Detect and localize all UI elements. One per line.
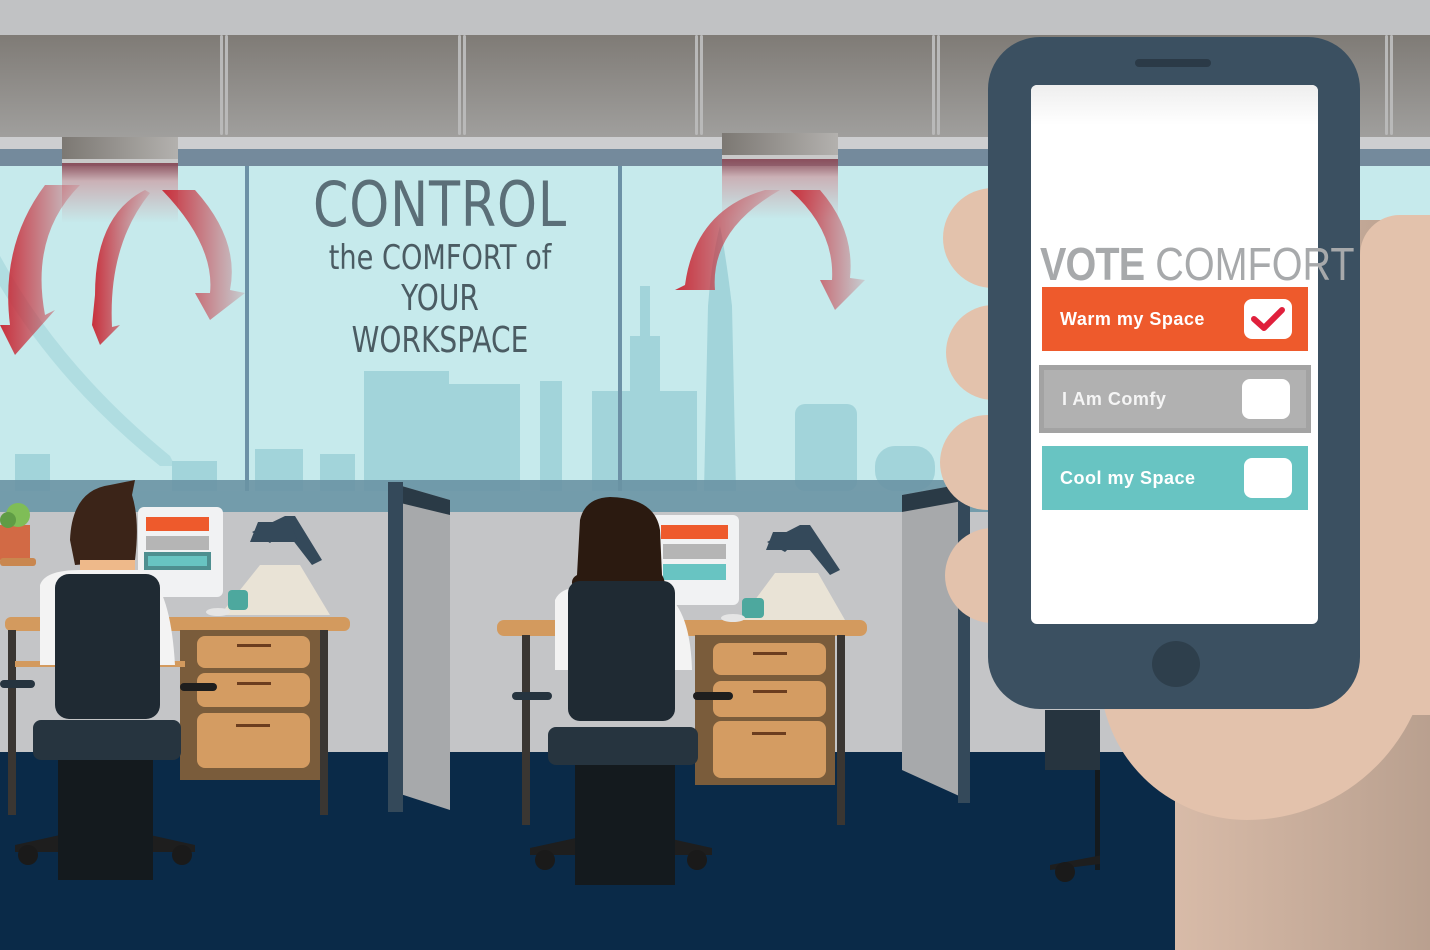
home-button[interactable] [1152,641,1200,687]
vote-title-light: COMFORT [1155,238,1355,290]
computer-mouse [206,608,230,616]
drawer [197,636,310,668]
ceiling-divider [695,35,705,137]
checkbox-checked[interactable] [1244,299,1292,339]
arrow-down-left [0,185,80,355]
vote-comfort-title: VOTE COMFORT [1040,238,1355,290]
headline-line1: CONTROL [312,168,567,241]
headline-line3: YOUR WORKSPACE [351,278,529,361]
hair [70,480,137,565]
warm-airflow-arrows-left [0,185,245,355]
coffee-mug [228,590,248,610]
worker-partial [1045,710,1100,882]
computer-mouse [721,614,745,622]
arrow-down-center [92,190,150,345]
checkbox-unchecked[interactable] [1242,379,1290,419]
office-chair-back [55,574,160,719]
drawer [713,643,826,675]
ceiling-divider [1385,35,1395,137]
hair [571,497,665,590]
option-i-am-comfy[interactable]: I Am Comfy [1039,365,1311,433]
arrow-down-right [790,190,865,310]
potted-plant [0,503,36,566]
drawer [713,721,826,778]
headline: CONTROL the COMFORT of YOUR WORKSPACE [275,172,605,362]
ceiling-divider [932,35,942,137]
option-label: Warm my Space [1060,308,1205,329]
arrow-down-left [675,190,780,290]
cubicle-divider [902,483,970,803]
option-label: I Am Comfy [1062,388,1167,409]
option-cool-my-space[interactable]: Cool my Space [1042,446,1308,510]
office-scene [0,480,1100,885]
window-mullion [618,166,622,491]
ceiling-top [0,0,1430,35]
headline-line2: the COMFORT of [328,238,552,278]
option-label: Cool my Space [1060,467,1196,488]
arrow-down-right [162,190,245,320]
ceiling-divider [220,35,230,137]
checkmark-icon [1251,307,1285,331]
phone-speaker [1135,59,1211,67]
building [630,336,660,396]
ceiling-divider [458,35,468,137]
screen-shade [1031,85,1318,125]
antenna [640,286,650,336]
checkbox-unchecked[interactable] [1244,458,1292,498]
chair-seat [548,727,698,765]
phone-screen [1031,85,1318,624]
cubicle-divider [388,482,450,812]
chair-seat [33,720,181,760]
warm-airflow-arrows-right [675,190,865,310]
coffee-mug [742,598,764,618]
drawer [197,713,310,768]
office-chair-back [568,581,675,721]
option-warm-my-space[interactable]: Warm my Space [1042,287,1308,351]
vote-title-bold: VOTE [1040,238,1145,290]
